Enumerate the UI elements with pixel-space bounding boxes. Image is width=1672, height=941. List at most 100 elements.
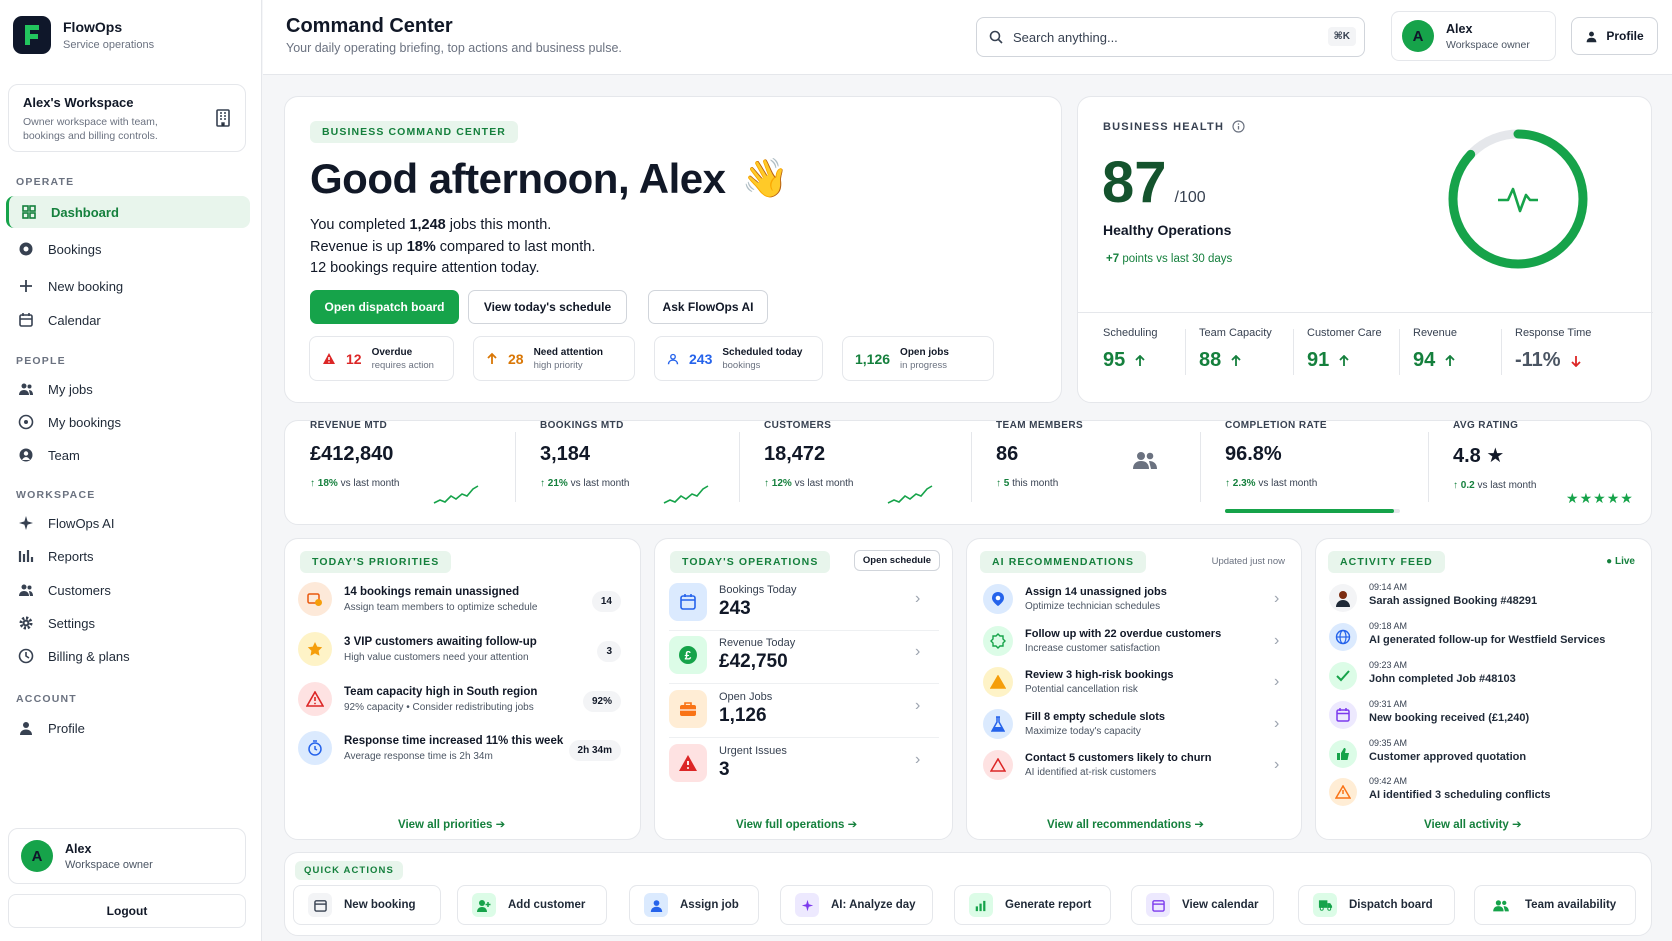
topbar: Command Center Your daily operating brie… [263,0,1672,75]
user-menu[interactable]: A Alex Workspace owner [1391,11,1556,61]
kpi-value: 3,184 [540,443,591,465]
view-all-priorities-link[interactable]: View all priorities ➔ [398,817,505,831]
plus-icon [20,280,32,292]
profile-button[interactable]: Profile [1571,17,1658,55]
business-health-card: BUSINESS HEALTH 87 /100 Healthy Operatio… [1077,96,1653,403]
star-icon [298,632,332,666]
priority-item[interactable]: 14 bookings remain unassigned Assign team… [298,582,537,616]
kpi-card[interactable]: COMPLETION RATE 96.8% ↑ 2.3% vs last month [1225,420,1327,489]
ai-title: Fill 8 empty schedule slots [1025,711,1165,723]
operations-item[interactable]: Open Jobs 1,126 [669,690,772,728]
sidebar-item-bookings[interactable]: Bookings [6,233,250,265]
priority-item[interactable]: Team capacity high in South region 92% ca… [298,682,537,716]
activity-text: New booking received (£1,240) [1369,712,1530,724]
sidebar-item-calendar[interactable]: Calendar [6,304,250,336]
quick-action-button[interactable]: New booking [293,885,441,925]
ai-recommendation[interactable]: Fill 8 empty schedule slots Maximize toda… [983,709,1165,739]
pulse-icon [1498,187,1538,213]
calendar-alert-icon [298,582,332,616]
ai-recommendation[interactable]: Contact 5 customers likely to churn AI id… [983,750,1211,780]
warning-icon [1329,778,1357,806]
health-metric-label: Revenue [1413,327,1458,339]
activity-text: AI generated follow-up for Westfield Ser… [1369,634,1606,646]
view-full-operations-link[interactable]: View full operations ➔ [736,817,857,831]
sidebar-item-profile[interactable]: Profile [6,712,250,744]
sidebar-item-flowops-ai[interactable]: FlowOps AI [6,507,250,539]
health-metric-label: Customer Care [1307,327,1382,339]
page-title: Command Center [286,15,453,37]
view-schedule-button[interactable]: View today's schedule [468,290,627,324]
arrow-up-icon [1445,354,1455,366]
kpi-label: BOOKINGS MTD [540,420,624,431]
ai-recommendation[interactable]: Assign 14 unassigned jobs Optimize techni… [983,584,1167,614]
priority-item[interactable]: 3 VIP customers awaiting follow-up High v… [298,632,537,666]
quick-action-button[interactable]: Team availability [1474,885,1636,925]
operations-item[interactable]: Bookings Today 243 [669,583,796,621]
sidebar-item-my-jobs[interactable]: My jobs [6,373,250,405]
brand[interactable]: FlowOps Service operations [13,16,154,54]
chip-open-jobs[interactable]: 1,126 Open jobs in progress [842,336,994,381]
sparkle-icon [795,893,819,917]
clock-icon [18,648,34,664]
flowops-logo-icon [13,16,51,54]
completion-progress-fill [1225,509,1395,513]
search-input[interactable]: Search anything... ⌘K [976,17,1365,57]
quick-action-button[interactable]: Assign job [629,885,759,925]
sidebar-item-settings[interactable]: Settings [6,607,250,639]
chevron-right-icon: › [1274,756,1280,773]
quick-action-button[interactable]: Dispatch board [1298,885,1455,925]
info-icon[interactable] [1232,120,1245,133]
kpi-card[interactable]: CUSTOMERS 18,472 ↑ 12% vs last month [764,420,854,489]
brand-subtitle: Service operations [63,39,155,51]
priority-sub: Average response time is 2h 34m [344,750,493,762]
sidebar-item-reports[interactable]: Reports [6,540,250,572]
team-icon [1489,893,1513,917]
quick-action-button[interactable]: AI: Analyze day [780,885,933,925]
operations-label: Revenue Today [719,637,796,649]
priority-item[interactable]: Response time increased 11% this week Ave… [298,731,563,765]
kpi-value: 96.8% [1225,443,1282,465]
priority-badge: 14 [591,591,621,612]
ai-recommendation[interactable]: Follow up with 22 overdue customers Incre… [983,626,1221,656]
svg-text:£: £ [685,649,692,663]
warning-icon [983,667,1013,697]
priority-title: 14 bookings remain unassigned [344,585,520,598]
clock-circle-icon [18,414,34,430]
kpi-card[interactable]: REVENUE MTD £412,840 ↑ 18% vs last month [310,420,400,489]
chip-overdue[interactable]: 12 Overdue requires action [309,336,454,381]
kpi-value: 18,472 [764,443,826,465]
sidebar-item-customers[interactable]: Customers [6,574,250,606]
ask-ai-button[interactable]: Ask FlowOps AI [648,290,768,324]
quick-action-button[interactable]: View calendar [1131,885,1274,925]
operations-item[interactable]: £ Revenue Today £42,750 [669,636,795,674]
kpi-card[interactable]: BOOKINGS MTD 3,184 ↑ 21% vs last month [540,420,630,489]
open-dispatch-board-button[interactable]: Open dispatch board [310,290,459,324]
open-schedule-button[interactable]: Open schedule [853,550,940,571]
chip-need-attention[interactable]: 28 Need attention high priority [473,336,635,381]
quick-actions-badge: QUICK ACTIONS [295,861,403,880]
workspace-switcher[interactable]: Alex's Workspace Owner workspace with te… [8,84,246,152]
health-metric-label: Response Time [1515,327,1592,339]
quick-action-button[interactable]: Add customer [457,885,607,925]
health-metric-value: -11% [1515,349,1561,371]
summary-line-3: 12 bookings require attention today. [310,260,540,276]
health-metric: Customer Care 91 [1307,327,1382,372]
sidebar-item-billing[interactable]: Billing & plans [6,640,250,672]
sidebar-item-my-bookings[interactable]: My bookings [6,406,250,438]
sidebar-item-dashboard[interactable]: Dashboard [6,196,250,228]
logout-button[interactable]: Logout [8,894,246,928]
kpi-card[interactable]: AVG RATING 4.8 ★ ↑ 0.2 vs last month [1453,420,1536,491]
view-all-recommendations-link[interactable]: View all recommendations ➔ [1047,817,1204,831]
ai-recommendation[interactable]: Review 3 high-risk bookings Potential can… [983,667,1174,697]
ai-sub: Maximize today's capacity [1025,726,1141,737]
avatar: A [1402,20,1434,52]
chip-scheduled-today[interactable]: 243 Scheduled today bookings [654,336,823,381]
view-all-activity-link[interactable]: View all activity ➔ [1424,817,1522,831]
truck-icon [1313,893,1337,917]
sidebar-item-new-booking[interactable]: New booking [6,270,250,302]
sidebar-user-card[interactable]: A Alex Workspace owner [8,828,246,884]
sidebar-item-team[interactable]: Team [6,439,250,471]
quick-action-button[interactable]: Generate report [954,885,1111,925]
operations-item[interactable]: Urgent Issues 3 [669,744,787,782]
kpi-card[interactable]: TEAM MEMBERS 86 ↑ 5 this month [996,420,1083,489]
